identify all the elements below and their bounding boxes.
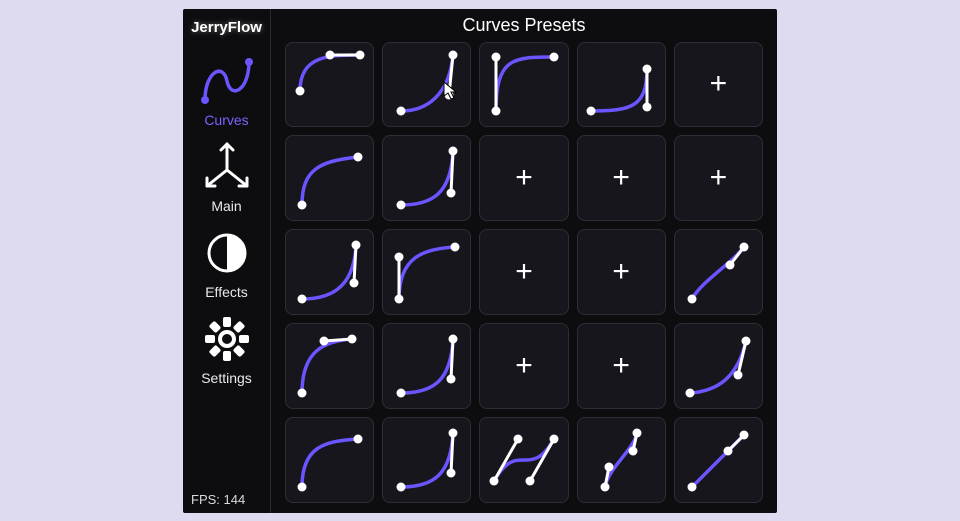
fps-label: FPS: 144 — [183, 486, 270, 513]
plus-icon: + — [612, 351, 630, 381]
sidebar-item-curves[interactable]: Curves — [187, 52, 267, 128]
curve-preview — [387, 233, 467, 311]
preset-slot-curve[interactable] — [285, 229, 374, 315]
preset-slot-curve[interactable] — [479, 417, 568, 503]
preset-slot-curve[interactable] — [382, 323, 471, 409]
preset-slot-curve[interactable] — [285, 42, 374, 128]
preset-slot-empty[interactable]: + — [577, 135, 666, 221]
preset-slot-curve[interactable] — [674, 417, 763, 503]
plus-icon: + — [612, 257, 630, 287]
gear-icon — [197, 310, 257, 368]
plus-icon: + — [515, 257, 533, 287]
plus-icon: + — [515, 351, 533, 381]
preset-slot-empty[interactable]: + — [674, 42, 763, 128]
curves-icon — [197, 52, 257, 110]
nav-label: Main — [187, 198, 267, 214]
preset-slot-curve[interactable] — [285, 135, 374, 221]
curve-preview — [387, 421, 467, 499]
brand-label: JerryFlow — [183, 13, 270, 46]
sidebar-item-main[interactable]: Main — [187, 138, 267, 214]
preset-slot-empty[interactable]: + — [479, 323, 568, 409]
curve-preview — [678, 327, 758, 405]
plus-icon: + — [612, 163, 630, 193]
preset-slot-empty[interactable]: + — [479, 135, 568, 221]
preset-slot-curve[interactable] — [285, 323, 374, 409]
curve-preview — [290, 233, 370, 311]
nav: Curves Main — [183, 52, 270, 386]
curve-preview — [290, 139, 370, 217]
curve-preview — [678, 233, 758, 311]
curve-preview — [290, 421, 370, 499]
curve-preview — [290, 45, 370, 123]
curve-preview — [581, 421, 661, 499]
sidebar: JerryFlow Curves — [183, 9, 271, 513]
preset-slot-empty[interactable]: + — [577, 323, 666, 409]
nav-label: Effects — [187, 284, 267, 300]
preset-slot-curve[interactable] — [577, 417, 666, 503]
contrast-icon — [197, 224, 257, 282]
main-panel: Curves Presets + + + + + + + + — [271, 9, 777, 513]
app-window: JerryFlow Curves — [183, 9, 777, 513]
nav-label: Settings — [187, 370, 267, 386]
curve-preview — [678, 421, 758, 499]
preset-slot-curve[interactable] — [382, 42, 471, 128]
nav-label: Curves — [187, 112, 267, 128]
preset-slot-curve[interactable] — [285, 417, 374, 503]
curve-preview — [484, 421, 564, 499]
sidebar-item-effects[interactable]: Effects — [187, 224, 267, 300]
curve-preview — [581, 45, 661, 123]
preset-grid: + + + + + + + + — [285, 42, 763, 503]
preset-slot-curve[interactable] — [382, 417, 471, 503]
preset-slot-empty[interactable]: + — [674, 135, 763, 221]
curve-preview — [387, 327, 467, 405]
preset-slot-empty[interactable]: + — [577, 229, 666, 315]
curve-preview — [484, 45, 564, 123]
curve-preview — [387, 139, 467, 217]
sidebar-item-settings[interactable]: Settings — [187, 310, 267, 386]
preset-slot-curve[interactable] — [479, 42, 568, 128]
preset-slot-curve[interactable] — [674, 323, 763, 409]
preset-slot-curve[interactable] — [382, 135, 471, 221]
preset-slot-curve[interactable] — [382, 229, 471, 315]
curve-preview — [387, 45, 467, 123]
preset-slot-curve[interactable] — [674, 229, 763, 315]
plus-icon: + — [515, 163, 533, 193]
preset-slot-empty[interactable]: + — [479, 229, 568, 315]
preset-slot-curve[interactable] — [577, 42, 666, 128]
axes-icon — [197, 138, 257, 196]
page-title: Curves Presets — [285, 15, 763, 42]
curve-preview — [290, 327, 370, 405]
plus-icon: + — [710, 69, 728, 99]
plus-icon: + — [710, 163, 728, 193]
